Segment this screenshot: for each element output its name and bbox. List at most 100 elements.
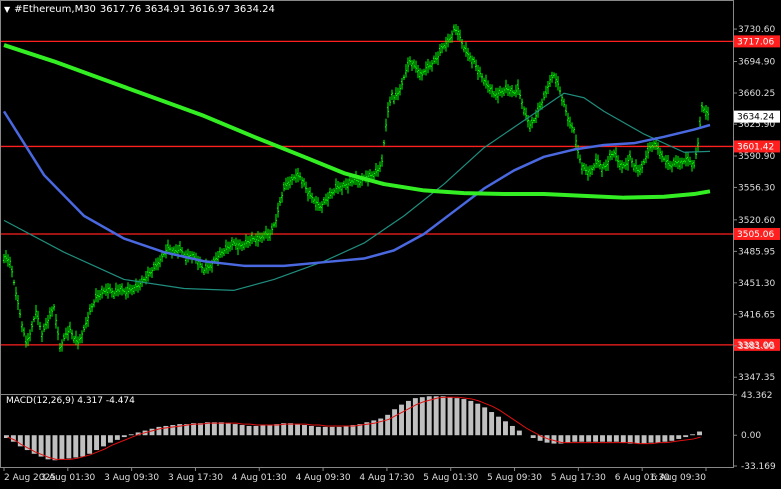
chart-header: ▼ #Ethereum,M30 3617.76 3634.91 3616.97 … [4,4,275,16]
macd-y-tick-label: -33.169 [741,462,776,472]
macd-histogram-bar [593,435,599,442]
macd-histogram-bar [634,435,640,444]
x-tick-label: 5 Aug 09:30 [487,473,542,483]
x-tick-label: 6 Aug 09:30 [651,473,706,483]
macd-histogram-bar [322,426,328,436]
macd-histogram-bar [267,425,273,436]
x-tick-label: 3 Aug 17:30 [168,473,223,483]
macd-histogram-bar [308,425,314,436]
dropdown-arrow-icon[interactable]: ▼ [4,4,10,16]
macd-histogram-bar [232,424,238,436]
x-tick-label: 4 Aug 01:30 [232,473,287,483]
price-level-label: 3601.42 [737,142,774,152]
ma-line-ma_mid [2,110,711,268]
y-tick-label: 3485.95 [738,247,775,257]
macd-histogram-bar [101,435,106,447]
x-tick-label: 3 Aug 01:30 [40,473,95,483]
macd-histogram-bar [641,435,647,444]
macd-histogram-bar [253,425,259,436]
macd-histogram-bar [218,422,224,436]
y-tick-label: 3416.65 [738,310,775,320]
macd-histogram-bar [87,435,93,454]
macd-histogram-bar [433,396,439,436]
y-tick-label: 3520.60 [738,216,775,226]
macd-histogram-bar [613,435,619,442]
macd-histogram-bar [156,426,162,436]
price-level-label: 3717.06 [737,37,774,47]
ma-line-ma_slow [3,43,711,200]
x-tick-label: 3 Aug 09:30 [104,473,159,483]
macd-histogram-bar [697,431,702,436]
macd-histogram-bar [80,435,86,457]
macd-histogram-bar [336,426,342,436]
macd-histogram-bar [606,435,612,442]
macd-histogram-bar [669,435,675,441]
macd-histogram-bar [121,435,127,438]
macd-histogram-bar [392,409,398,436]
macd-label: MACD(12,26,9) [6,396,75,406]
macd-histogram-bar [66,435,72,459]
macd-histogram-bar [503,421,508,436]
macd-histogram-bar [579,435,585,442]
macd-histogram-bar [350,425,356,436]
macd-histogram-bar [509,425,515,436]
macd-histogram-bar [662,435,668,442]
macd-histogram-bar [149,428,155,436]
y-tick-label: 3381.95 [738,342,775,352]
macd-histogram-bar [114,435,120,440]
y-tick-label: 3590.90 [738,152,775,162]
y-tick-label: 3347.35 [738,373,775,383]
macd-histogram-bar [295,424,301,436]
symbol-title: #Ethereum,M30 [14,4,96,15]
macd-histogram-bar [315,426,321,436]
macd-histogram-bar [59,435,65,460]
macd-histogram-bar [447,397,453,436]
y-tick-label: 3694.90 [738,58,775,68]
macd-histogram-bar [288,423,294,436]
macd-histogram-bar [482,407,488,436]
macd-histogram-bar [655,435,661,443]
macd-histogram-bar [239,425,245,436]
macd-histogram-bar [128,434,134,436]
macd-histogram-bar [329,426,335,436]
macd-y-tick-label: 43.362 [741,391,773,401]
macd-histogram-bar [426,396,432,436]
macd-histogram-bar [586,435,592,442]
macd-histogram-bar [496,416,502,436]
y-tick-label: 3660.25 [738,89,775,99]
macd-histogram-bar [191,423,197,436]
macd-histogram-bar [260,425,266,436]
macd-histogram-bar [343,425,349,436]
macd-histogram-bar [440,396,446,436]
macd-values: 4.317 -4.474 [77,396,135,406]
macd-header: MACD(12,26,9) 4.317 -4.474 [6,396,135,407]
y-tick-label: 3451.30 [738,279,775,289]
x-tick-label: 5 Aug 17:30 [551,473,606,483]
ma-line-ma_fast [3,92,711,291]
macd-histogram-bar [648,435,654,443]
macd-histogram-bar [690,434,696,436]
macd-histogram-bar [676,435,682,439]
price-level-label: 3505.06 [737,230,774,240]
y-tick-label: 3556.30 [738,183,775,193]
macd-histogram-bar [489,412,495,436]
macd-histogram-bar [94,435,100,451]
macd-histogram-bar [683,435,689,438]
y-tick-label: 3730.60 [738,25,775,35]
ohlc-values: 3617.76 3634.91 3616.97 3634.24 [99,4,275,15]
macd-histogram-bar [246,425,252,436]
macd-histogram-bar [468,400,474,436]
macd-histogram-bar [530,435,536,439]
macd-histogram-bar [572,435,578,442]
macd-histogram-bar [73,435,79,458]
macd-y-tick-label: 0.00 [741,431,761,441]
macd-histogram-bar [385,414,391,436]
price-candles [3,24,709,352]
macd-histogram-bar [52,435,58,461]
macd-histogram-bar [565,435,571,443]
macd-histogram-bar [302,425,307,436]
current-price-label: 3634.24 [737,113,774,123]
macd-histogram-bar [198,423,203,436]
macd-histogram-bar [45,435,51,460]
macd-histogram-bar [399,404,404,436]
